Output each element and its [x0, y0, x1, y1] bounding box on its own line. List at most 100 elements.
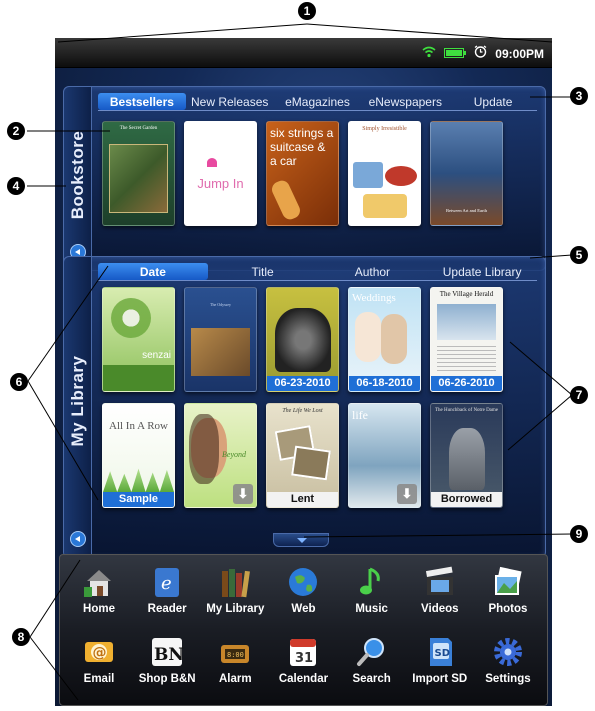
book-cover[interactable]: Beyond ⬇	[184, 403, 257, 508]
reader-letter: e	[161, 573, 172, 594]
date-tag: 06-18-2010	[349, 376, 420, 391]
book-cover[interactable]: Weddings 06-18-2010	[348, 287, 421, 392]
app-label: Photos	[488, 603, 528, 615]
tab-bestsellers[interactable]: Bestsellers	[98, 93, 186, 110]
calendar-day: 31	[295, 651, 313, 666]
app-label: Search	[352, 673, 391, 685]
status-bar: 09:00PM	[55, 38, 552, 68]
alarm-clock-icon	[474, 45, 487, 63]
alarm-button[interactable]: 8:00 Alarm	[202, 635, 268, 685]
app-label: Reader	[147, 603, 187, 615]
library-expand-icon[interactable]	[70, 531, 86, 547]
import-sd-button[interactable]: SD Import SD	[407, 635, 473, 685]
callout-6: 6	[10, 373, 28, 391]
callout-1: 1	[298, 2, 316, 20]
book-cover[interactable]: life ⬇	[348, 403, 421, 508]
calendar-button[interactable]: 31 Calendar	[270, 635, 336, 685]
book-cover[interactable]: The Life We Lost Lent	[266, 403, 339, 508]
app-label: Calendar	[278, 673, 329, 685]
cover-title: The Hunchback of Notre Dame	[434, 408, 499, 413]
web-button[interactable]: Web	[270, 565, 336, 615]
app-label: Alarm	[219, 673, 252, 685]
search-icon	[354, 635, 390, 669]
download-icon[interactable]: ⬇	[397, 484, 417, 504]
app-label: Web	[291, 603, 316, 615]
quick-nav-row-2: @ Email BN Shop B&N 8:00 Alarm 31 Calend…	[66, 635, 541, 685]
library-shelf-row-1: senzai The Odyssey 06-23-2010 Weddings 0	[102, 287, 539, 392]
book-cover[interactable]: The Odyssey	[184, 287, 257, 392]
book-cover[interactable]: The Secret Garden	[102, 121, 175, 226]
tab-enewspapers[interactable]: eNewspapers	[361, 93, 449, 110]
book-cover[interactable]: six strings a suitcase & a car	[266, 121, 339, 226]
shop-bn-button[interactable]: BN Shop B&N	[134, 635, 200, 685]
calendar-icon: 31	[285, 635, 321, 669]
cover-title: The Life We Lost	[282, 408, 323, 414]
book-cover[interactable]: 06-23-2010	[266, 287, 339, 392]
bookstore-tabs: Bestsellers New Releases eMagazines eNew…	[98, 93, 537, 111]
bn-shop-icon: BN	[149, 635, 185, 669]
cover-title: life	[352, 408, 368, 422]
cover-title: The Odyssey	[210, 302, 231, 307]
download-icon[interactable]: ⬇	[233, 484, 253, 504]
my-library-button[interactable]: My Library	[202, 565, 268, 615]
library-books-icon	[217, 565, 253, 599]
videos-button[interactable]: Videos	[407, 565, 473, 615]
bookstore-side-tab[interactable]: Bookstore	[64, 87, 92, 270]
date-tag: 06-26-2010	[431, 376, 502, 391]
cover-title: Jump In	[197, 176, 244, 191]
date-tag: 06-23-2010	[267, 376, 338, 391]
home-button[interactable]: Home	[66, 565, 132, 615]
callout-3: 3	[570, 87, 588, 105]
book-cover[interactable]: Jump In	[184, 121, 257, 226]
borrowed-tag: Borrowed	[431, 492, 502, 507]
tab-author[interactable]: Author	[318, 263, 428, 280]
email-button[interactable]: @ Email	[66, 635, 132, 685]
tab-date[interactable]: Date	[98, 263, 208, 280]
cover-title: Simply Irresistible	[362, 126, 407, 132]
my-library-label: My Library	[67, 355, 87, 447]
app-label: Email	[83, 673, 115, 685]
book-cover[interactable]: All In A Row Sample	[102, 403, 175, 508]
update-library-button[interactable]: Update Library	[427, 263, 537, 280]
callout-2: 2	[7, 122, 25, 140]
music-note-icon	[354, 565, 390, 599]
wifi-icon	[422, 45, 436, 63]
svg-text:8:00: 8:00	[227, 651, 244, 659]
battery-icon	[444, 45, 467, 63]
music-button[interactable]: Music	[339, 565, 405, 615]
lent-tag: Lent	[267, 492, 338, 507]
sample-tag: Sample	[103, 492, 174, 507]
book-cover[interactable]: Between Art and Earth	[430, 121, 503, 226]
app-label: Shop B&N	[138, 673, 196, 685]
book-cover[interactable]: The Village Herald 06-26-2010	[430, 287, 503, 392]
cover-title: The Village Herald	[439, 290, 494, 298]
photos-button[interactable]: Photos	[475, 565, 541, 615]
app-label: Settings	[485, 673, 531, 685]
globe-icon	[285, 565, 321, 599]
reader-button[interactable]: e Reader	[134, 565, 200, 615]
gear-icon	[490, 635, 526, 669]
cover-title: six strings a suitcase & a car	[270, 126, 334, 168]
bn-logo-text: BN	[154, 645, 184, 665]
clock-text: 09:00PM	[495, 47, 544, 61]
cover-title: The Secret Garden	[119, 126, 158, 131]
quick-nav-handle[interactable]	[273, 533, 329, 547]
search-button[interactable]: Search	[339, 635, 405, 685]
book-cover[interactable]: The Hunchback of Notre Dame Borrowed	[430, 403, 503, 508]
app-label: Import SD	[412, 673, 468, 685]
library-side-tab[interactable]: My Library	[64, 257, 92, 557]
tab-title[interactable]: Title	[208, 263, 318, 280]
quick-nav-row-1: Home e Reader My Library Web Music Video…	[66, 565, 541, 615]
clapperboard-icon	[422, 565, 458, 599]
callout-5: 5	[570, 246, 588, 264]
cover-title: senzai	[142, 350, 171, 361]
callout-8: 8	[12, 628, 30, 646]
home-icon	[81, 565, 117, 599]
settings-button[interactable]: Settings	[475, 635, 541, 685]
cover-title: Beyond	[222, 450, 246, 459]
tab-new-releases[interactable]: New Releases	[186, 93, 274, 110]
tab-emagazines[interactable]: eMagazines	[274, 93, 362, 110]
book-cover[interactable]: senzai	[102, 287, 175, 392]
book-cover[interactable]: Simply Irresistible	[348, 121, 421, 226]
update-button[interactable]: Update	[449, 93, 537, 110]
